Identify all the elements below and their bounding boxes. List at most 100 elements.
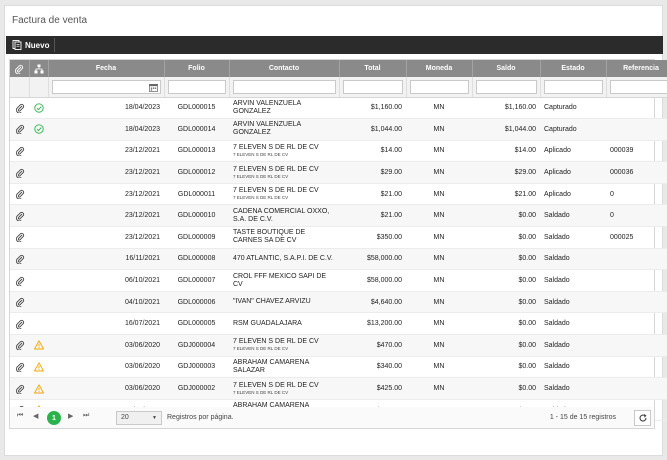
table-row[interactable]: 23/12/2021 GDL000012 7 ELEVEN S DE RL DE C… bbox=[10, 161, 667, 184]
paperclip-icon[interactable] bbox=[15, 276, 25, 286]
attachment-cell[interactable] bbox=[10, 269, 29, 292]
fecha-cell: 04/10/2021 bbox=[48, 291, 164, 314]
folio-cell[interactable]: GDL000014 bbox=[164, 118, 229, 141]
table-row[interactable]: 18/04/2023 GDL000015 ARVIN VALENZUELA GONZ… bbox=[10, 97, 667, 120]
table-row[interactable]: 16/11/2021 GDL000008 470 ATLANTIC, S.A.P.I… bbox=[10, 248, 667, 271]
prev-page-icon[interactable]: ◀ bbox=[33, 412, 38, 420]
column-header-fecha[interactable]: Fecha bbox=[48, 60, 165, 77]
paperclip-icon[interactable] bbox=[15, 211, 25, 221]
folio-cell[interactable]: GDJ000002 bbox=[164, 377, 229, 400]
paperclip-icon[interactable] bbox=[15, 362, 25, 372]
paperclip-icon[interactable] bbox=[15, 319, 25, 329]
folio-cell[interactable]: GDL000013 bbox=[164, 140, 229, 163]
table-row[interactable]: 23/12/2021 GDL000010 CADENA COMERCIAL OXXO… bbox=[10, 204, 667, 228]
current-page-button[interactable]: 1 bbox=[47, 411, 61, 425]
table-row[interactable]: 23/12/2021 GDL000009 TASTE BOUTIQUE DE CAR… bbox=[10, 226, 667, 249]
estado-cell: Aplicado bbox=[540, 183, 606, 206]
attachment-cell[interactable] bbox=[10, 334, 29, 357]
refresh-button[interactable] bbox=[634, 410, 651, 426]
column-header-saldo[interactable]: Saldo bbox=[472, 60, 541, 77]
column-header-referencia[interactable]: Referencia bbox=[606, 60, 667, 77]
column-header-moneda[interactable]: Moneda bbox=[406, 60, 473, 77]
folio-cell[interactable]: GDJ000003 bbox=[164, 356, 229, 379]
table-row[interactable]: 04/10/2021 GDL000006 "IVAN" CHAVEZ ARVIZU $… bbox=[10, 291, 667, 314]
paperclip-icon[interactable] bbox=[15, 124, 25, 135]
last-page-icon[interactable]: ⏭ bbox=[83, 412, 89, 420]
contact-name: CADENA COMERCIAL OXXO, S.A. DE C.V. bbox=[233, 207, 330, 223]
total-cell: $350.00 bbox=[339, 226, 406, 249]
folio-cell[interactable]: GDJ000004 bbox=[164, 334, 229, 357]
records-info: 1 - 15 de 15 registros bbox=[549, 414, 616, 421]
attachment-cell[interactable] bbox=[10, 161, 29, 184]
estado-cell: Saldado bbox=[540, 356, 606, 379]
folio-cell[interactable]: GDL000010 bbox=[164, 204, 229, 228]
fecha-cell: 06/10/2021 bbox=[48, 269, 164, 292]
folio-cell[interactable]: GDL000006 bbox=[164, 291, 229, 314]
folio-cell[interactable]: GDL000009 bbox=[164, 226, 229, 249]
filter-saldo[interactable] bbox=[475, 79, 537, 94]
table-row[interactable]: 23/12/2021 GDL000013 7 ELEVEN S DE RL DE C… bbox=[10, 140, 667, 163]
table-row[interactable]: 23/12/2021 GDL000011 7 ELEVEN S DE RL DE C… bbox=[10, 183, 667, 206]
filter-folio[interactable] bbox=[167, 79, 226, 94]
referencia-cell bbox=[606, 312, 667, 336]
filter-fecha[interactable] bbox=[51, 79, 161, 94]
attachment-cell[interactable] bbox=[10, 291, 29, 314]
paperclip-icon[interactable] bbox=[15, 254, 25, 264]
page-size-select[interactable]: 20 ▼ bbox=[116, 411, 162, 425]
saldo-cell: $0.00 bbox=[472, 312, 540, 336]
attachment-cell[interactable] bbox=[10, 312, 29, 336]
attachment-cell[interactable] bbox=[10, 183, 29, 206]
next-page-icon[interactable]: ▶ bbox=[68, 412, 73, 420]
paperclip-icon[interactable] bbox=[15, 189, 25, 200]
attachment-cell[interactable] bbox=[10, 356, 29, 379]
contacto-cell: ARVIN VALENZUELA GONZALEZ bbox=[229, 97, 339, 120]
fecha-cell: 03/06/2020 bbox=[48, 334, 164, 357]
attachment-column-header[interactable] bbox=[10, 60, 30, 77]
attachment-cell[interactable] bbox=[10, 204, 29, 228]
filter-estado[interactable] bbox=[543, 79, 603, 94]
paperclip-icon[interactable] bbox=[15, 340, 25, 351]
filter-contacto[interactable] bbox=[232, 79, 336, 94]
column-header-folio[interactable]: Folio bbox=[164, 60, 230, 77]
table-row[interactable]: 06/10/2021 GDL000007 CROL FFF MEXICO SAPI … bbox=[10, 269, 667, 292]
paperclip-icon[interactable] bbox=[15, 384, 25, 394]
table-row[interactable]: 03/06/2020 GDJ000003 ABRAHAM CAMARENA SALA… bbox=[10, 356, 667, 379]
column-header-contacto[interactable]: Contacto bbox=[229, 60, 340, 77]
column-header-estado[interactable]: Estado bbox=[540, 60, 607, 77]
attachment-cell[interactable] bbox=[10, 226, 29, 249]
status-cell bbox=[29, 118, 48, 141]
contacto-cell: TASTE BOUTIQUE DE CARNES SA DE CV bbox=[229, 226, 339, 249]
filter-total[interactable] bbox=[342, 79, 403, 94]
paperclip-icon[interactable] bbox=[15, 146, 25, 156]
attachment-cell[interactable] bbox=[10, 97, 29, 120]
folio-cell[interactable]: GDL000008 bbox=[164, 248, 229, 271]
status-cell bbox=[29, 161, 48, 184]
folio-cell[interactable]: GDL000012 bbox=[164, 161, 229, 184]
total-cell: $1,044.00 bbox=[339, 118, 406, 141]
new-button[interactable]: Nuevo bbox=[9, 38, 56, 52]
paperclip-icon[interactable] bbox=[15, 232, 25, 243]
table-row[interactable]: 03/06/2020 GDJ000002 7 ELEVEN S DE RL DE C… bbox=[10, 377, 667, 400]
filter-referencia[interactable] bbox=[609, 79, 667, 94]
calendar-icon[interactable] bbox=[148, 83, 158, 92]
table-row[interactable]: 18/04/2023 GDL000014 ARVIN VALENZUELA GONZ… bbox=[10, 118, 667, 141]
attachment-cell[interactable] bbox=[10, 377, 29, 400]
saldo-cell: $0.00 bbox=[472, 226, 540, 249]
folio-cell[interactable]: GDL000011 bbox=[164, 183, 229, 206]
attachment-cell[interactable] bbox=[10, 248, 29, 271]
status-column-header[interactable] bbox=[29, 60, 49, 77]
moneda-cell: MN bbox=[406, 248, 472, 271]
table-row[interactable]: 03/06/2020 GDJ000004 7 ELEVEN S DE RL DE C… bbox=[10, 334, 667, 357]
folio-cell[interactable]: GDL000007 bbox=[164, 269, 229, 292]
paperclip-icon[interactable] bbox=[15, 297, 25, 308]
first-page-icon[interactable]: ⏮ bbox=[17, 412, 23, 420]
attachment-cell[interactable] bbox=[10, 118, 29, 141]
attachment-cell[interactable] bbox=[10, 140, 29, 163]
table-row[interactable]: 16/07/2021 GDL000005 RSM GUADALAJARA $13,20… bbox=[10, 312, 667, 336]
paperclip-icon[interactable] bbox=[15, 103, 25, 113]
column-header-total[interactable]: Total bbox=[339, 60, 407, 77]
folio-cell[interactable]: GDL000015 bbox=[164, 97, 229, 120]
folio-cell[interactable]: GDL000005 bbox=[164, 312, 229, 336]
paperclip-icon[interactable] bbox=[15, 168, 25, 178]
filter-moneda[interactable] bbox=[409, 79, 469, 94]
